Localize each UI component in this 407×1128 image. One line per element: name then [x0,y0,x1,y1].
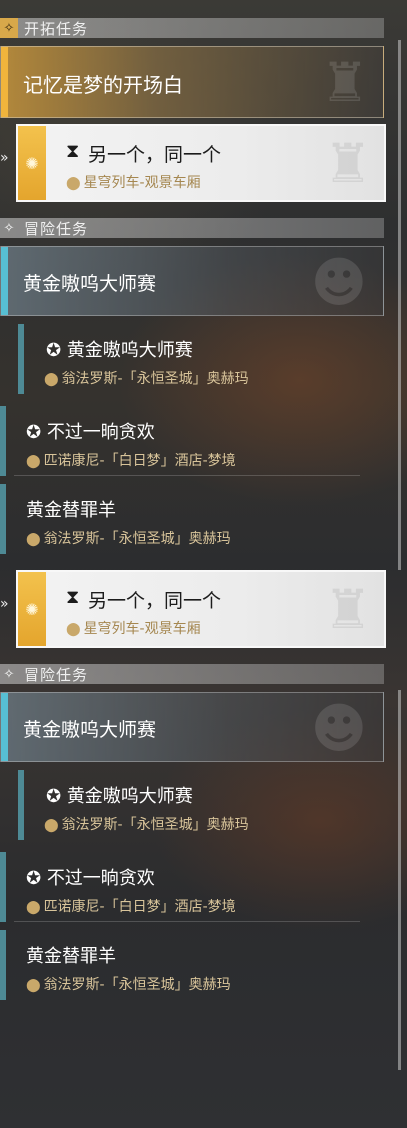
diamond-star-icon: ✧ [3,220,15,236]
item-location: ⬤ 匹诺康尼-「白日梦」酒店-梦境 [26,899,236,915]
adventure-group-card[interactable]: 黄金嗷呜大师赛 ☻ [0,246,384,316]
item-title: 黄金替罪羊 [26,500,116,521]
adventure-section-header: ✧ 冒险任务 [0,664,384,684]
item-accent-bar [0,930,6,1000]
item-title: ✪ 不过一晌贪欢 [26,868,155,889]
selected-quest-card[interactable]: ✺ ⧗ 另一个，同一个 ⬤ 星穹列车-观景车厢 ♜ [16,570,386,648]
paw-icon: ✪ [46,786,67,807]
section-label: 开拓任务 [24,19,89,38]
item-title: 黄金替罪羊 [26,946,116,967]
hourglass-icon: ⧗ [66,140,80,162]
group-title: 黄金嗷呜大师赛 [23,719,157,741]
list-item[interactable]: 黄金替罪羊 ⬤ 翁法罗斯-「永恒圣城」奥赫玛 [0,930,360,1000]
divider [14,475,360,476]
location-pin-icon: ⬤ [66,176,81,191]
list-item[interactable]: 黄金替罪羊 ⬤ 翁法罗斯-「永恒圣城」奥赫玛 [0,484,360,554]
item-location: ⬤ 翁法罗斯-「永恒圣城」奥赫玛 [26,977,231,993]
emblem-decoration-icon: ♜ [323,578,372,641]
list-item[interactable]: ✪ 黄金嗷呜大师赛 ⬤ 翁法罗斯-「永恒圣城」奥赫玛 [18,770,378,840]
location-pin-icon: ⬤ [44,372,59,387]
selection-arrow-icon: » [0,150,9,166]
location-pin-icon: ⬤ [26,900,41,915]
list-item[interactable]: ✪ 黄金嗷呜大师赛 ⬤ 翁法罗斯-「永恒圣城」奥赫玛 [18,324,378,394]
paw-icon: ✪ [46,340,67,361]
section-label: 冒险任务 [24,665,89,684]
list-item[interactable]: ✪ 不过一晌贪欢 ⬤ 匹诺康尼-「白日梦」酒店-梦境 [0,852,360,922]
quest-title: 另一个，同一个 [88,590,222,612]
item-accent-bar [18,770,24,840]
adventure-group-card[interactable]: 黄金嗷呜大师赛 ☻ [0,692,384,762]
group-title: 黄金嗷呜大师赛 [23,273,157,295]
item-title: ✪ 黄金嗷呜大师赛 [46,786,193,807]
divider [14,921,360,922]
adventure-section-header: ✧ 冒险任务 [0,218,384,238]
card-title: 记忆是梦的开场白 [23,73,183,97]
scroll-track-top[interactable] [398,40,401,570]
item-location: ⬤ 翁法罗斯-「永恒圣城」奥赫玛 [44,371,249,387]
mascot-decoration-icon: ☻ [310,697,367,760]
hourglass-icon: ⧗ [66,586,80,608]
quest-location: ⬤ 星穹列车-观景车厢 [66,621,201,637]
selection-arrow-icon: » [0,596,9,612]
scroll-track-bottom[interactable] [398,690,401,1070]
item-location: ⬤ 匹诺康尼-「白日梦」酒店-梦境 [26,453,236,469]
quest-type-strip: ✺ [18,126,46,200]
mascot-decoration-icon: ☻ [310,251,367,314]
list-item[interactable]: ✪ 不过一晌贪欢 ⬤ 匹诺康尼-「白日梦」酒店-梦境 [0,406,360,476]
diamond-star-icon: ✧ [3,666,15,682]
quest-type-strip: ✺ [18,572,46,646]
card-accent-bar [1,693,8,761]
item-location: ⬤ 翁法罗斯-「永恒圣城」奥赫玛 [44,817,249,833]
trailblaze-main-card[interactable]: 记忆是梦的开场白 ♜ [0,46,384,118]
item-accent-bar [18,324,24,394]
sparkle-icon: ✺ [25,153,39,173]
paw-icon: ✪ [26,422,47,443]
card-accent-bar [1,247,8,315]
location-pin-icon: ⬤ [26,532,41,547]
sparkle-icon: ✺ [25,599,39,619]
diamond-star-icon: ✧ [0,18,18,38]
location-pin-icon: ⬤ [26,454,41,469]
item-title: ✪ 黄金嗷呜大师赛 [46,340,193,361]
emblem-decoration-icon: ♜ [320,51,369,114]
quest-location: ⬤ 星穹列车-观景车厢 [66,175,201,191]
quest-title: 另一个，同一个 [88,144,222,166]
item-accent-bar [0,852,6,922]
item-location: ⬤ 翁法罗斯-「永恒圣城」奥赫玛 [26,531,231,547]
paw-icon: ✪ [26,868,47,889]
trailblaze-section-header: ✧ 开拓任务 [0,18,384,38]
location-pin-icon: ⬤ [26,978,41,993]
item-accent-bar [0,406,6,476]
location-pin-icon: ⬤ [66,622,81,637]
item-accent-bar [0,484,6,554]
item-title: ✪ 不过一晌贪欢 [26,422,155,443]
location-pin-icon: ⬤ [44,818,59,833]
selected-quest-card[interactable]: ✺ ⧗ 另一个，同一个 ⬤ 星穹列车-观景车厢 ♜ [16,124,386,202]
emblem-decoration-icon: ♜ [323,132,372,195]
card-accent-bar [1,47,8,117]
section-label: 冒险任务 [24,219,89,238]
